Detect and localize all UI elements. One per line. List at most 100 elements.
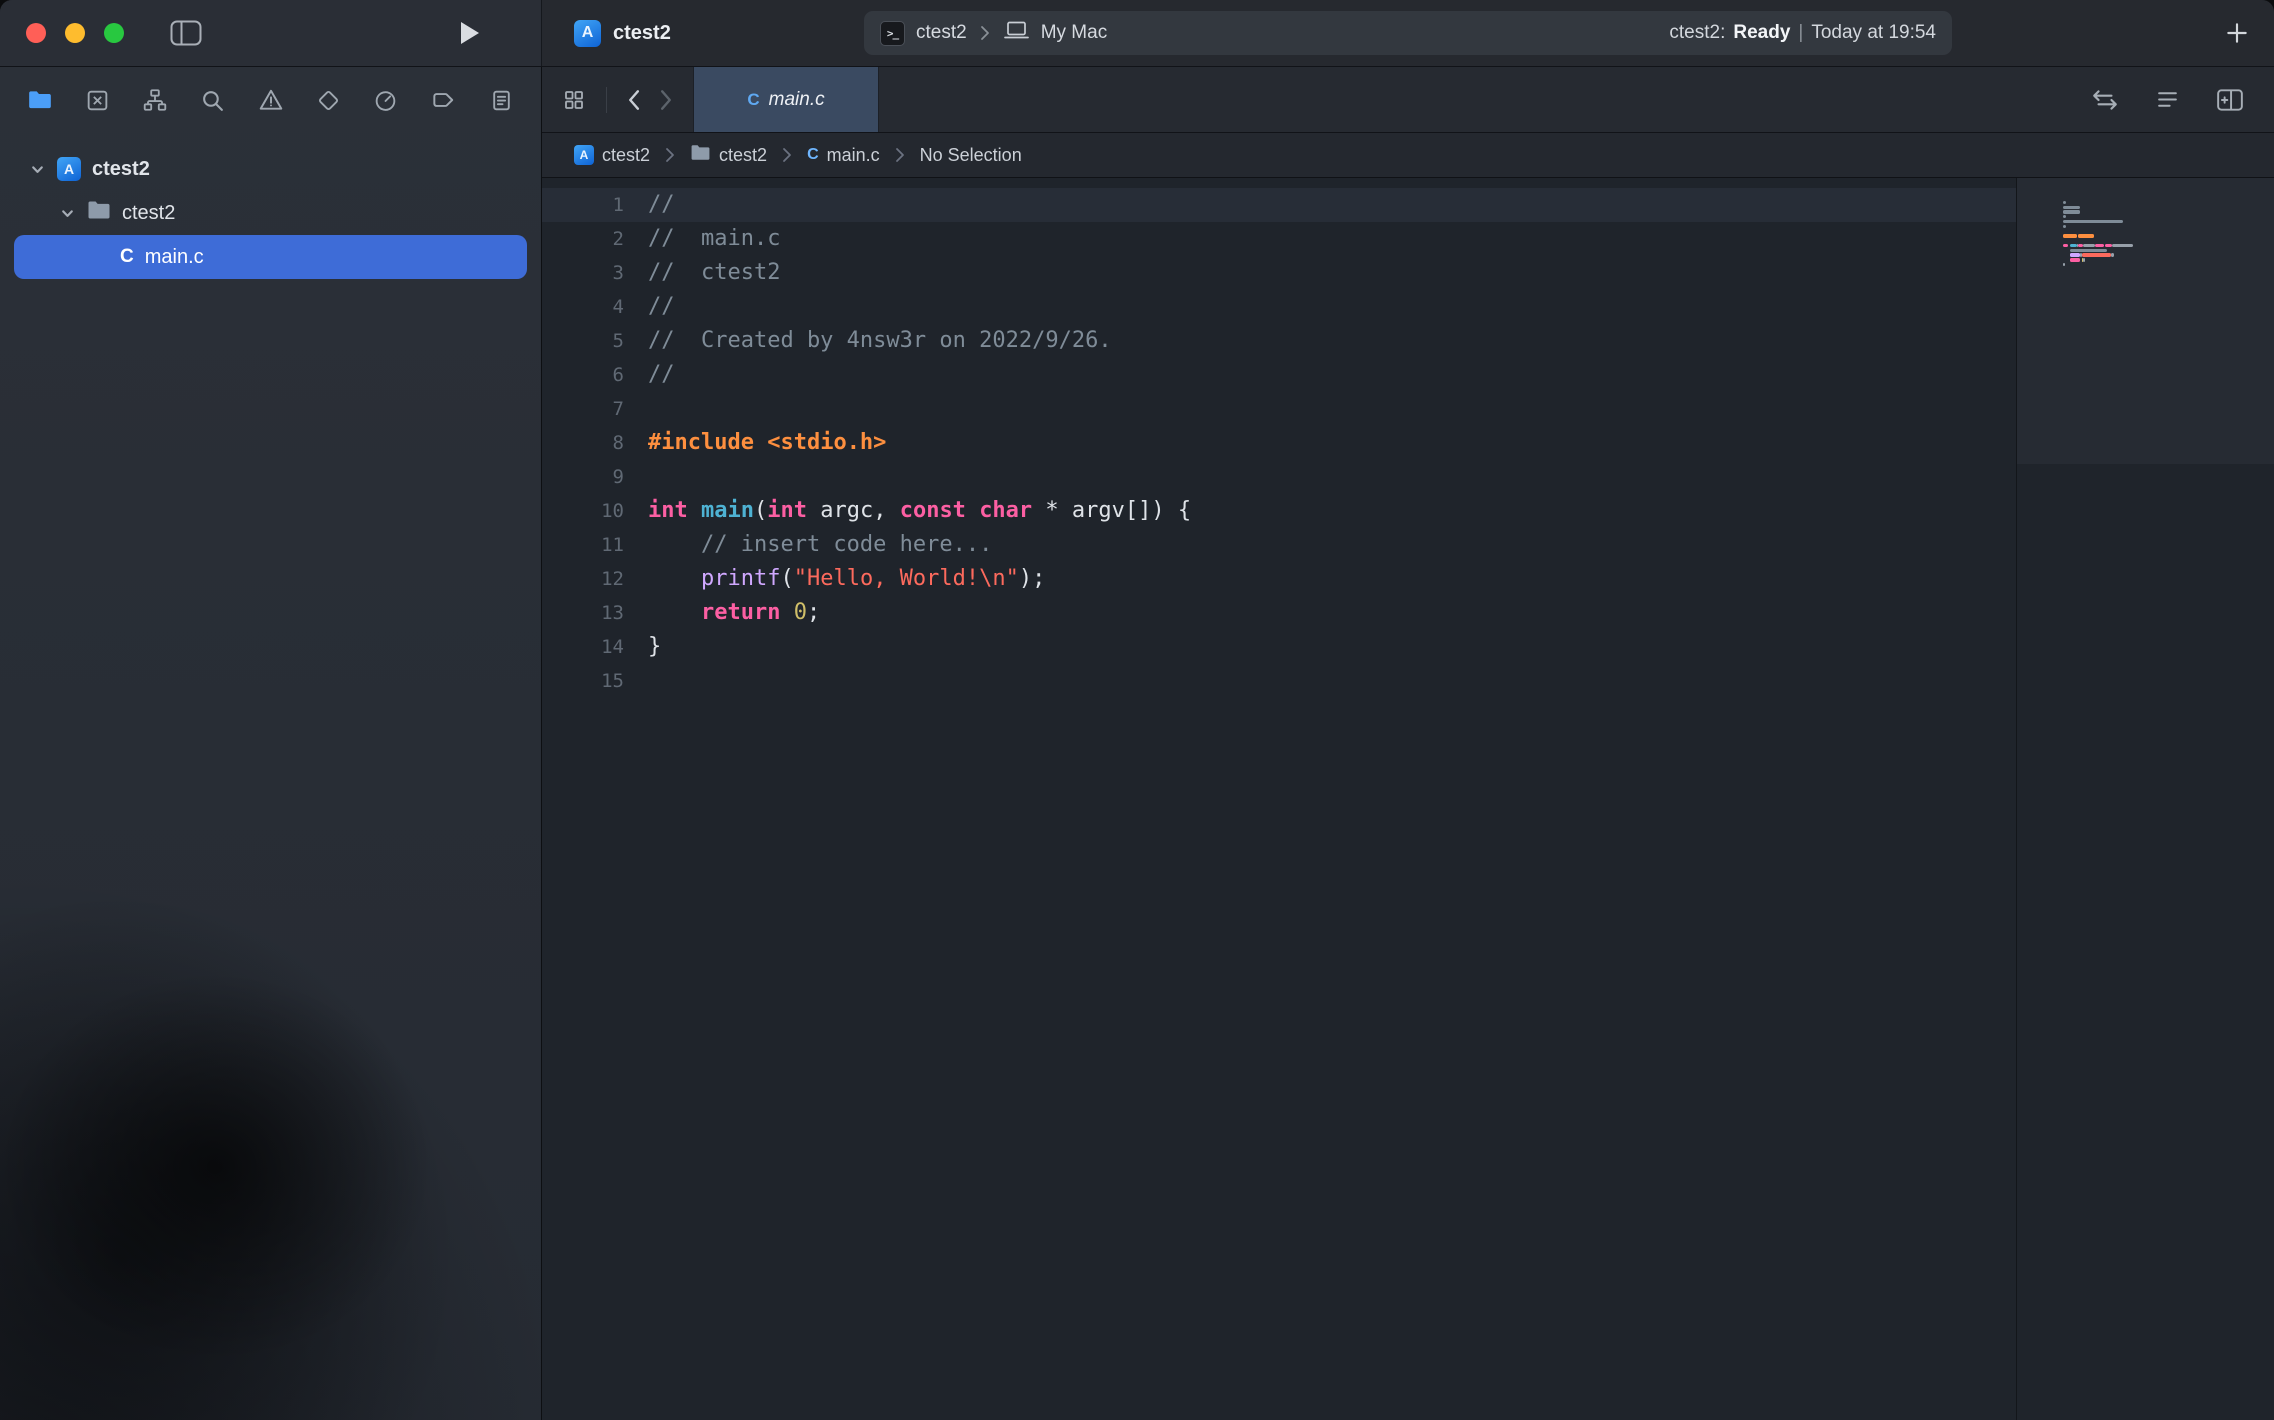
- status-separator: |: [1798, 22, 1803, 44]
- code-line[interactable]: 1//: [542, 188, 2016, 222]
- scheme-destination-label[interactable]: My Mac: [1041, 22, 1108, 44]
- navigator-tab-source-control[interactable]: [84, 86, 112, 114]
- code-text[interactable]: #include <stdio.h>: [624, 426, 886, 460]
- line-number[interactable]: 2: [542, 222, 624, 256]
- breadcrumb-label: ctest2: [719, 145, 767, 166]
- breadcrumb-project[interactable]: A ctest2: [574, 145, 650, 166]
- navigator-tab-debug[interactable]: [372, 86, 400, 114]
- code-line[interactable]: 14}: [542, 630, 2016, 664]
- breadcrumb-file[interactable]: C main.c: [807, 145, 880, 166]
- tree-group-label: ctest2: [122, 202, 175, 225]
- disclosure-chevron-icon[interactable]: [30, 162, 46, 177]
- navigator-tab-breakpoints[interactable]: [429, 86, 457, 114]
- editor-options-button[interactable]: [2155, 87, 2180, 112]
- navigator-tab-reports[interactable]: [487, 86, 515, 114]
- code-text[interactable]: [624, 392, 648, 426]
- code-text[interactable]: //: [624, 290, 675, 324]
- code-text[interactable]: return 0;: [624, 596, 820, 630]
- code-text[interactable]: //: [624, 188, 675, 222]
- scheme-selector[interactable]: >_ ctest2 My Mac: [880, 21, 1107, 46]
- line-number[interactable]: 13: [542, 596, 624, 630]
- code-line[interactable]: 4//: [542, 290, 2016, 324]
- build-status[interactable]: ctest2: Ready | Today at 19:54: [1669, 22, 1936, 44]
- folder-icon: [27, 87, 53, 113]
- go-forward-button[interactable]: [660, 89, 673, 111]
- project-app-icon: A: [574, 145, 594, 165]
- sidebar-toggle-button[interactable]: [170, 20, 202, 46]
- navigator-tab-find[interactable]: [199, 86, 227, 114]
- code-review-button[interactable]: [2091, 88, 2119, 112]
- tree-row-file-selected[interactable]: C main.c: [14, 235, 527, 279]
- code-text[interactable]: }: [624, 630, 661, 664]
- chevron-right-icon: [980, 25, 990, 41]
- line-number[interactable]: 14: [542, 630, 624, 664]
- line-number[interactable]: 11: [542, 528, 624, 562]
- minimize-button[interactable]: [65, 23, 85, 43]
- code-text[interactable]: printf("Hello, World!\n");: [624, 562, 1045, 596]
- breadcrumb-label: ctest2: [602, 145, 650, 166]
- code-line[interactable]: 3// ctest2: [542, 256, 2016, 290]
- line-number[interactable]: 6: [542, 358, 624, 392]
- chevron-left-icon: [627, 89, 640, 111]
- report-document-icon: [489, 88, 514, 113]
- code-line[interactable]: 15: [542, 664, 2016, 698]
- code-text[interactable]: // main.c: [624, 222, 780, 256]
- line-number[interactable]: 5: [542, 324, 624, 358]
- navigator-tab-project[interactable]: [26, 86, 54, 114]
- line-number[interactable]: 1: [542, 188, 624, 222]
- code-lines[interactable]: 1//2// main.c3// ctest24//5// Created by…: [542, 178, 2016, 1420]
- list-lines-icon: [2155, 87, 2180, 112]
- code-text[interactable]: int main(int argc, const char * argv[]) …: [624, 494, 1191, 528]
- diamond-icon: [316, 88, 341, 113]
- code-line[interactable]: 10int main(int argc, const char * argv[]…: [542, 494, 2016, 528]
- code-line[interactable]: 9: [542, 460, 2016, 494]
- line-number[interactable]: 8: [542, 426, 624, 460]
- tree-row-project[interactable]: A ctest2: [0, 147, 541, 191]
- line-number[interactable]: 7: [542, 392, 624, 426]
- add-editor-button[interactable]: [2216, 88, 2244, 112]
- code-line[interactable]: 11 // insert code here...: [542, 528, 2016, 562]
- minimap[interactable]: [2016, 178, 2274, 1420]
- code-text[interactable]: [624, 460, 648, 494]
- close-button[interactable]: [26, 23, 46, 43]
- go-back-button[interactable]: [627, 89, 640, 111]
- code-line[interactable]: 7: [542, 392, 2016, 426]
- scheme-target-label[interactable]: ctest2: [916, 22, 967, 44]
- run-button[interactable]: [459, 20, 481, 46]
- code-text[interactable]: // Created by 4nsw3r on 2022/9/26.: [624, 324, 1112, 358]
- status-project-label: ctest2:: [1669, 22, 1725, 44]
- line-number[interactable]: 15: [542, 664, 624, 698]
- navigator-tab-symbols[interactable]: [141, 86, 169, 114]
- code-line[interactable]: 5// Created by 4nsw3r on 2022/9/26.: [542, 324, 2016, 358]
- folder-icon: [690, 144, 711, 166]
- line-number[interactable]: 3: [542, 256, 624, 290]
- code-line[interactable]: 2// main.c: [542, 222, 2016, 256]
- line-number[interactable]: 4: [542, 290, 624, 324]
- disclosure-chevron-icon[interactable]: [60, 206, 76, 221]
- tab-main-c[interactable]: C main.c: [693, 67, 879, 132]
- code-text[interactable]: [624, 664, 648, 698]
- line-number[interactable]: 12: [542, 562, 624, 596]
- breakpoint-tag-icon: [430, 87, 456, 113]
- tree-row-group[interactable]: ctest2: [0, 191, 541, 235]
- tab-label: main.c: [769, 89, 825, 111]
- breadcrumb-group[interactable]: ctest2: [690, 144, 767, 166]
- breadcrumb-selection[interactable]: No Selection: [920, 145, 1022, 166]
- line-number[interactable]: 10: [542, 494, 624, 528]
- navigator-tab-tests[interactable]: [314, 86, 342, 114]
- line-number[interactable]: 9: [542, 460, 624, 494]
- code-line[interactable]: 8#include <stdio.h>: [542, 426, 2016, 460]
- navigator-tab-issues[interactable]: [257, 86, 285, 114]
- code-text[interactable]: // insert code here...: [624, 528, 992, 562]
- code-line[interactable]: 6//: [542, 358, 2016, 392]
- window-project-title: A ctest2: [574, 20, 671, 47]
- code-text[interactable]: //: [624, 358, 675, 392]
- library-add-button[interactable]: [2224, 20, 2250, 46]
- laptop-icon: [1003, 21, 1030, 46]
- zoom-button[interactable]: [104, 23, 124, 43]
- play-icon: [459, 20, 481, 46]
- code-line[interactable]: 12 printf("Hello, World!\n");: [542, 562, 2016, 596]
- code-text[interactable]: // ctest2: [624, 256, 780, 290]
- code-line[interactable]: 13 return 0;: [542, 596, 2016, 630]
- related-items-button[interactable]: [562, 88, 586, 112]
